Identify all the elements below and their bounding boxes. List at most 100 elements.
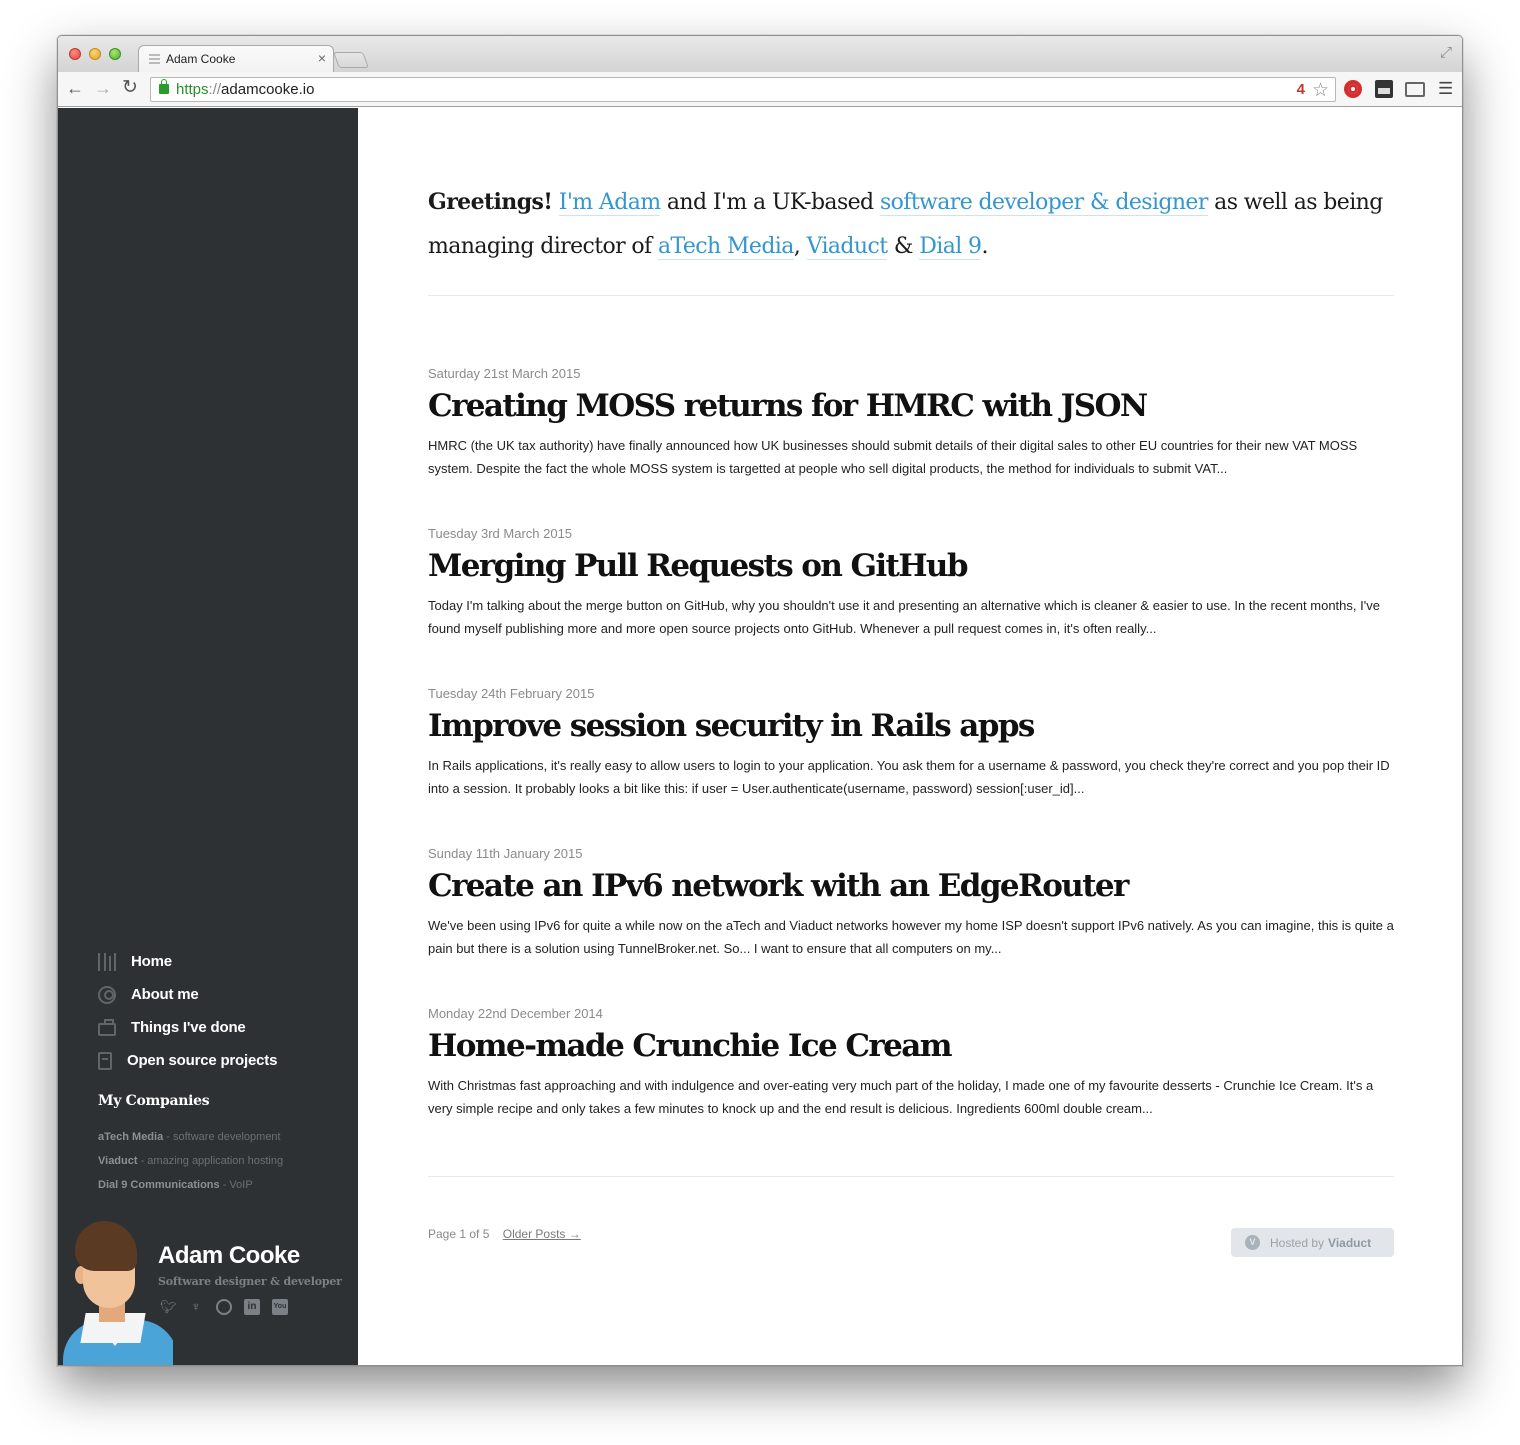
linkedin-icon[interactable]: in [244, 1299, 260, 1315]
browser-window: Adam Cooke × ⤢ ← → ↻ https://adamcooke.i… [57, 35, 1463, 1366]
older-posts-link[interactable]: Older Posts → [503, 1227, 581, 1241]
avatar-hair [75, 1221, 137, 1271]
sidebar-item-label: About me [131, 986, 199, 1003]
briefcase-icon [98, 1019, 116, 1036]
post-title-link[interactable]: Home-made Crunchie Ice Cream [428, 1024, 1394, 1068]
github-icon[interactable]: ♆ [188, 1299, 204, 1315]
youtube-icon[interactable]: You [272, 1299, 288, 1315]
hosted-by-badge[interactable]: V Hosted by Viaduct [1231, 1228, 1394, 1257]
tab-close-icon[interactable]: × [318, 50, 326, 66]
post-date: Monday 22nd December 2014 [428, 1006, 603, 1021]
intro-link-atech[interactable]: aTech Media [657, 234, 794, 260]
tab-strip: Adam Cooke × ⤢ [58, 36, 1462, 72]
extension-badge[interactable]: 4 [1297, 81, 1305, 98]
lastpass-icon[interactable] [1344, 80, 1362, 98]
companies-section: My Companies aTech Media - software deve… [98, 1093, 283, 1197]
post-title-link[interactable]: Create an IPv6 network with an EdgeRoute… [428, 864, 1394, 908]
address-bar[interactable]: https://adamcooke.io 4 ☆ [150, 77, 1336, 102]
sidebar-item-things-done[interactable]: Things I've done [98, 1011, 277, 1044]
code-icon [98, 1051, 112, 1070]
intro-divider [428, 295, 1394, 296]
post-date: Tuesday 24th February 2015 [428, 686, 595, 701]
companies-heading: My Companies [98, 1093, 210, 1109]
sidebar-item-home[interactable]: Home [98, 945, 277, 978]
intro-text: & [887, 234, 920, 259]
sidebar-item-label: Home [131, 953, 172, 970]
footer-divider [428, 1176, 1394, 1177]
tab-adam-cooke[interactable]: Adam Cooke × [138, 45, 334, 72]
intro-text: and I'm a UK-based [660, 190, 880, 215]
cast-icon[interactable] [1405, 82, 1425, 97]
post-title-link[interactable]: Creating MOSS returns for HMRC with JSON [428, 384, 1394, 428]
company-name: aTech Media [98, 1131, 164, 1143]
post-excerpt: We've been using IPv6 for quite a while … [428, 918, 1394, 956]
company-link-viaduct[interactable]: Viaduct - amazing application hosting [98, 1149, 283, 1173]
post-date: Saturday 21st March 2015 [428, 366, 581, 381]
page-viewport: Home About me Things I've done Open sour… [58, 108, 1462, 1365]
reload-icon[interactable]: ↻ [122, 78, 138, 98]
company-name: Dial 9 Communications [98, 1179, 220, 1191]
post-excerpt: With Christmas fast approaching and with… [428, 1078, 1374, 1116]
intro-text: . [981, 234, 988, 259]
post-item: Sunday 11th January 2015 Create an IPv6 … [428, 846, 1394, 960]
profile-name[interactable]: Adam Cooke [158, 1242, 300, 1270]
dribbble-icon[interactable] [216, 1299, 232, 1315]
intro-link-dial9[interactable]: Dial 9 [919, 234, 982, 260]
post-title-link[interactable]: Merging Pull Requests on GitHub [428, 544, 1394, 588]
pagination: Page 1 of 5 Older Posts → [428, 1227, 581, 1241]
post-item: Tuesday 24th February 2015 Improve sessi… [428, 686, 1394, 800]
company-desc: - software development [163, 1131, 281, 1143]
url-separator: :// [208, 81, 222, 98]
company-link-dial9[interactable]: Dial 9 Communications - VoIP [98, 1173, 283, 1197]
books-icon [98, 952, 116, 971]
post-excerpt: Today I'm talking about the merge button… [428, 598, 1380, 636]
close-window-button[interactable] [69, 48, 81, 60]
url-text: https://adamcooke.io [176, 81, 314, 98]
sidebar: Home About me Things I've done Open sour… [58, 108, 358, 1365]
tab-title: Adam Cooke [166, 52, 236, 66]
readability-icon[interactable] [1375, 80, 1393, 98]
back-arrow-icon[interactable]: ← [66, 78, 84, 98]
menu-icon[interactable]: ☰ [1438, 79, 1453, 99]
intro-link-about[interactable]: I'm Adam [558, 190, 661, 216]
post-item: Monday 22nd December 2014 Home-made Crun… [428, 1006, 1394, 1120]
minimize-window-button[interactable] [89, 48, 101, 60]
url-host: adamcooke.io [221, 81, 315, 98]
sidebar-item-open-source[interactable]: Open source projects [98, 1044, 277, 1077]
company-name: Viaduct [98, 1155, 138, 1167]
forward-arrow-icon[interactable]: → [94, 78, 112, 98]
browser-toolbar: ← → ↻ https://adamcooke.io 4 ☆ ☰ [58, 72, 1462, 107]
favicon-icon [149, 54, 160, 64]
intro-text: , [793, 234, 807, 259]
profile-card: Adam Cooke Software designer & developer… [58, 1218, 358, 1365]
intro-link-viaduct[interactable]: Viaduct [806, 234, 888, 260]
sidebar-item-about[interactable]: About me [98, 978, 277, 1011]
post-date: Tuesday 3rd March 2015 [428, 526, 573, 541]
intro-paragraph: Greetings! I'm Adam and I'm a UK-based s… [428, 180, 1394, 269]
company-link-atech[interactable]: aTech Media - software development [98, 1125, 283, 1149]
hosted-brand: Viaduct [1328, 1235, 1372, 1250]
twitter-icon[interactable]: 🐦︎ [160, 1299, 177, 1315]
company-desc: - VoIP [219, 1179, 253, 1191]
fullscreen-icon[interactable]: ⤢ [1440, 44, 1452, 61]
page-indicator: Page 1 of 5 [428, 1227, 490, 1241]
viaduct-logo-icon: V [1245, 1235, 1260, 1250]
post-item: Tuesday 3rd March 2015 Merging Pull Requ… [428, 526, 1394, 640]
avatar-vneck [93, 1318, 137, 1346]
star-icon[interactable]: ☆ [1312, 79, 1329, 102]
post-item: Saturday 21st March 2015 Creating MOSS r… [428, 366, 1394, 480]
post-title-link[interactable]: Improve session security in Rails apps [428, 704, 1394, 748]
hosted-prefix: Hosted by [1270, 1235, 1325, 1250]
lock-icon [159, 79, 169, 94]
url-scheme: https [176, 81, 209, 98]
intro-greeting: Greetings! [428, 189, 553, 215]
post-date: Sunday 11th January 2015 [428, 846, 583, 861]
sidebar-nav: Home About me Things I've done Open sour… [98, 945, 277, 1077]
intro-link-role[interactable]: software developer & designer [879, 190, 1208, 216]
zoom-window-button[interactable] [109, 48, 121, 60]
new-tab-button[interactable] [333, 52, 369, 68]
user-icon [98, 985, 116, 1004]
sidebar-item-label: Things I've done [131, 1019, 246, 1036]
profile-subtitle: Software designer & developer [158, 1275, 342, 1288]
post-excerpt: In Rails applications, it's really easy … [428, 758, 1390, 796]
